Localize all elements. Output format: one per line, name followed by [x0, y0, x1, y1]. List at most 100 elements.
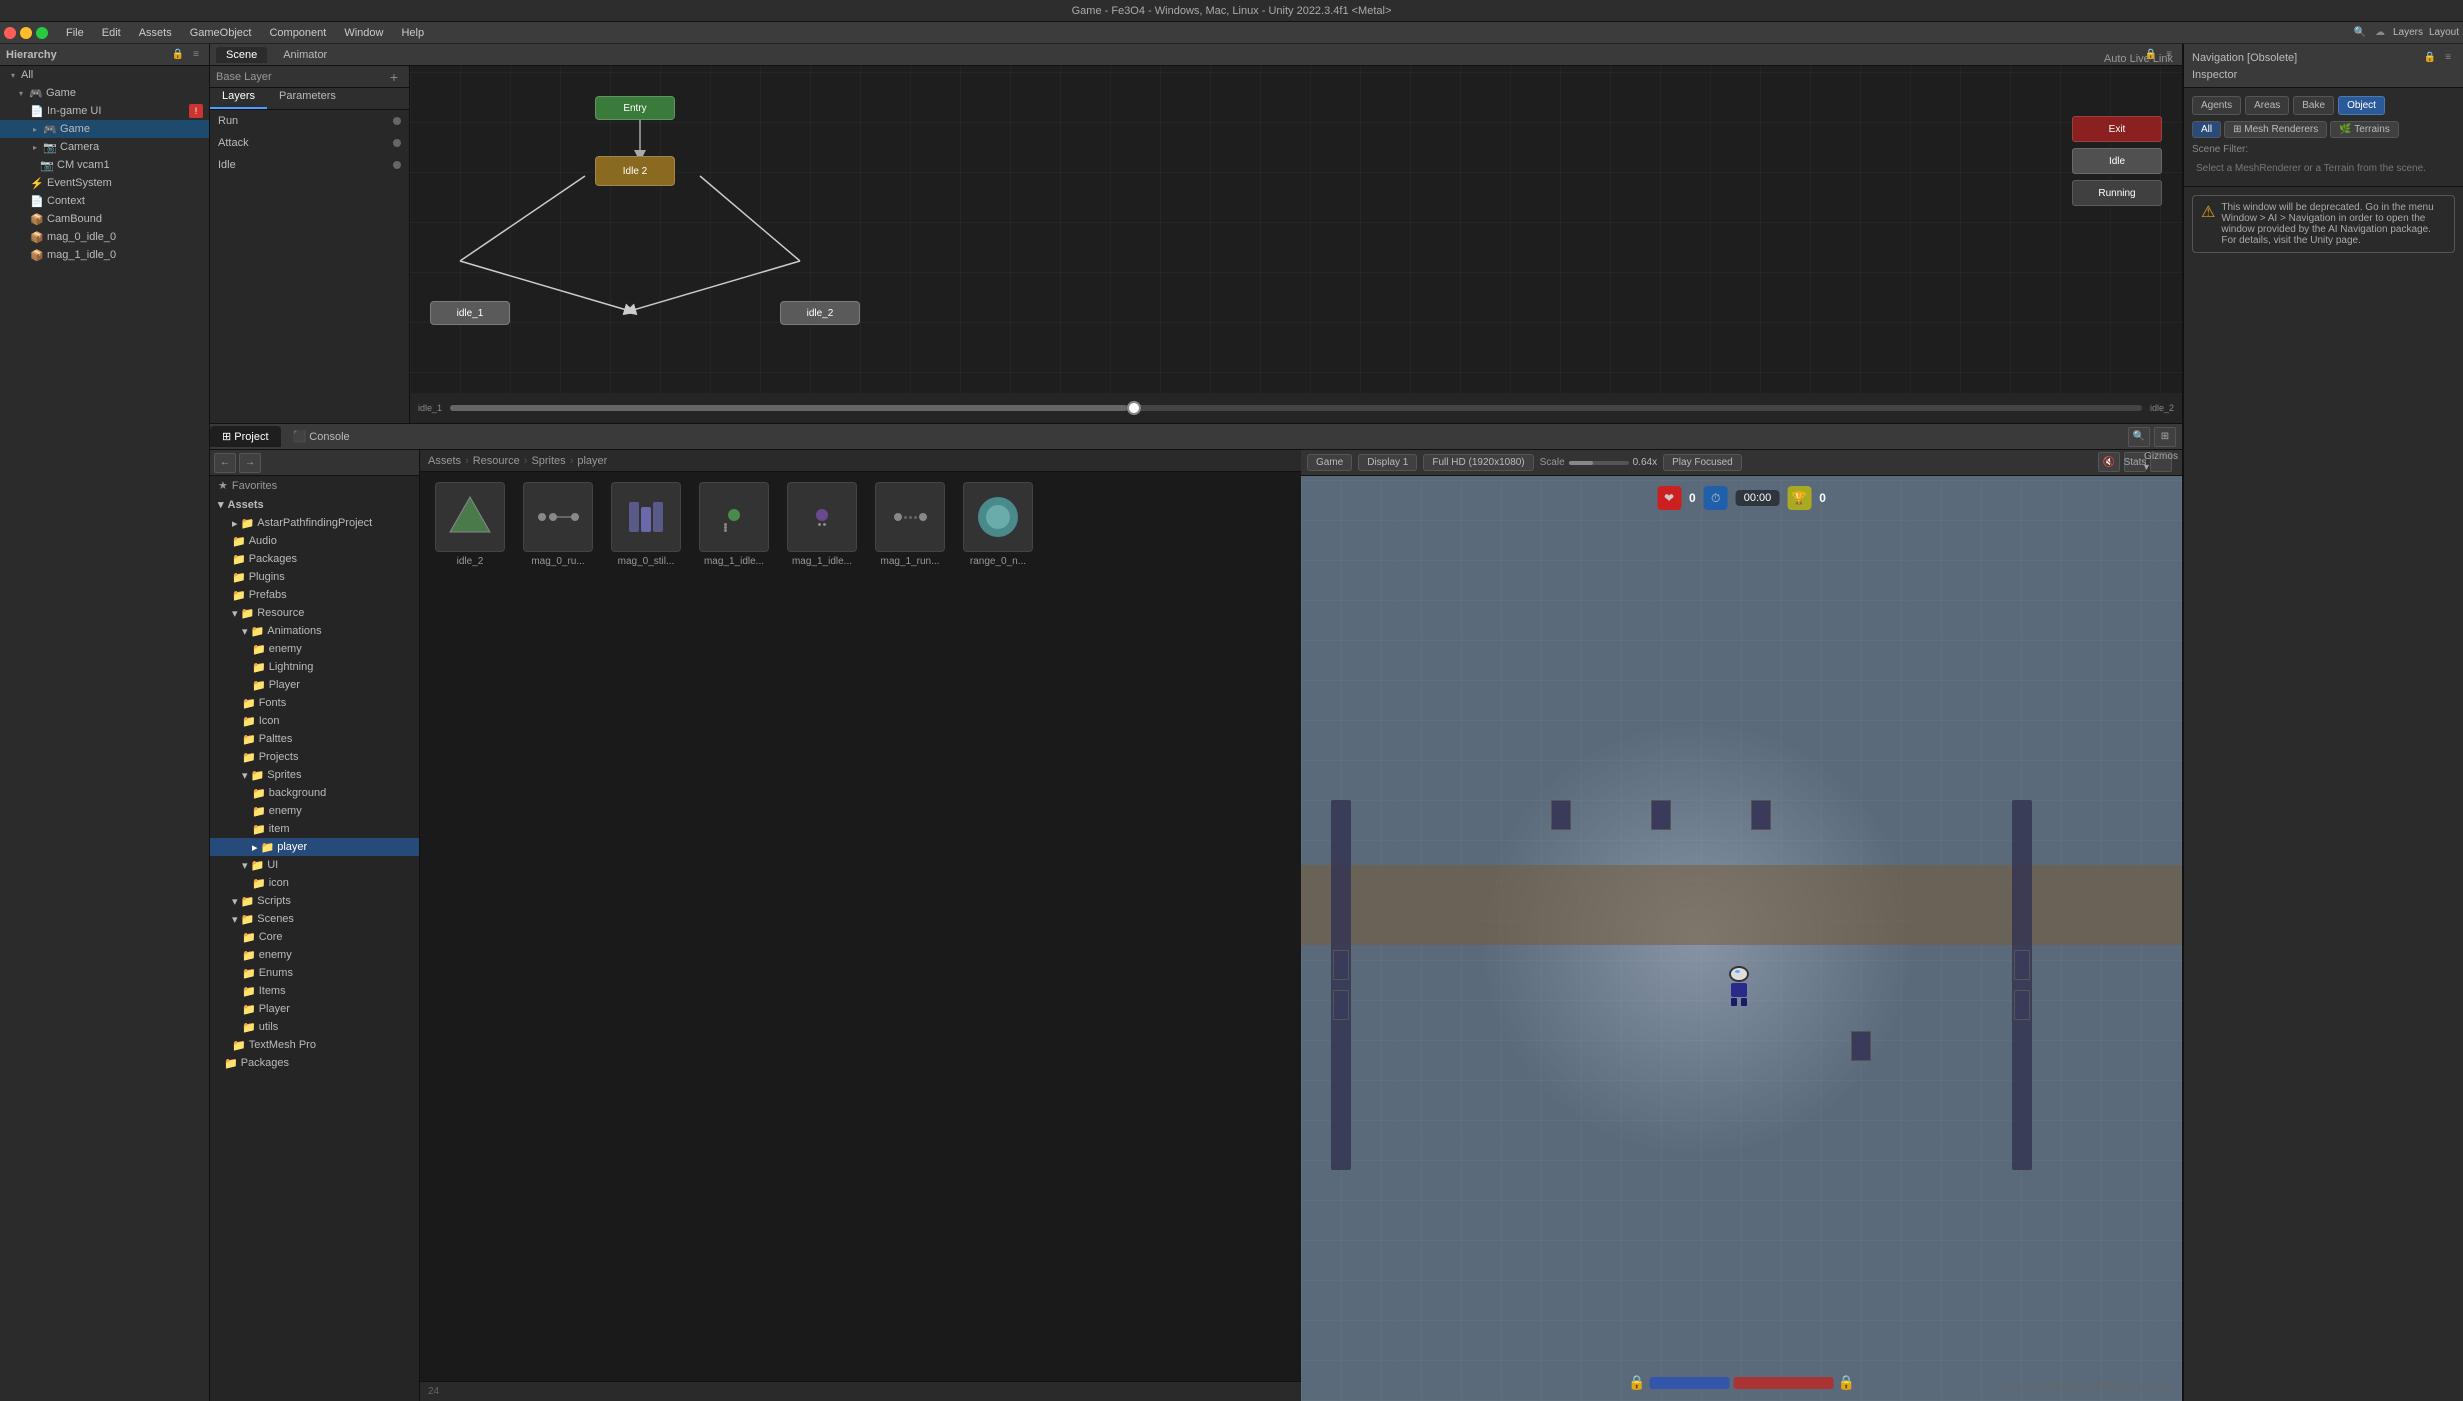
state-run[interactable]: Run: [210, 110, 409, 132]
proj-enemy-sprite[interactable]: 📁 enemy: [210, 802, 419, 820]
animator-canvas[interactable]: Entry Idle 2 idle_1 idle_2 idle_1: [410, 66, 2182, 423]
proj-item-sprite[interactable]: 📁 item: [210, 820, 419, 838]
hierarchy-game-item[interactable]: ▾ 🎮 Game: [0, 84, 209, 102]
node-any-state[interactable]: Idle 2: [595, 156, 675, 186]
hierarchy-context-item[interactable]: 📄 Context: [0, 192, 209, 210]
close-button[interactable]: [4, 27, 16, 39]
proj-astar[interactable]: ▸ 📁 AstarPathfindingProject: [210, 514, 419, 532]
hierarchy-menu-icon[interactable]: ≡: [189, 48, 203, 62]
proj-audio[interactable]: 📁 Audio: [210, 532, 419, 550]
proj-packages[interactable]: 📁 Packages: [210, 1054, 419, 1072]
proj-animations[interactable]: ▾ 📁 Animations: [210, 622, 419, 640]
resolution-dropdown[interactable]: Full HD (1920x1080): [1423, 454, 1533, 471]
tab-animator[interactable]: Animator: [273, 47, 337, 63]
node-idle2[interactable]: idle_2: [780, 301, 860, 325]
hierarchy-mag0-item[interactable]: 📦 mag_0_idle_0: [0, 228, 209, 246]
proj-lightning[interactable]: 📁 Lightning: [210, 658, 419, 676]
scale-slider[interactable]: [1569, 461, 1629, 465]
tab-console[interactable]: ⬛ Console: [281, 426, 362, 447]
auto-live-link[interactable]: Auto Live Link: [2104, 53, 2173, 65]
search-icon[interactable]: 🔍: [2353, 26, 2367, 40]
proj-forward-button[interactable]: →: [239, 453, 261, 473]
thumb-mag0ru[interactable]: mag_0_ru...: [518, 482, 598, 567]
proj-scripts[interactable]: ▾ 📁 Scripts: [210, 892, 419, 910]
thumb-mag0stil[interactable]: mag_0_stil...: [606, 482, 686, 567]
display-dropdown[interactable]: Display 1: [1358, 454, 1417, 471]
window-controls[interactable]: [4, 27, 48, 39]
proj-sprites[interactable]: ▾ 📁 Sprites: [210, 766, 419, 784]
filter-mesh-tab[interactable]: ⊞ Mesh Renderers: [2224, 121, 2327, 138]
proj-packages-sub[interactable]: 📁 Packages: [210, 550, 419, 568]
filter-terrain-tab[interactable]: 🌿 Terrains: [2330, 121, 2399, 138]
proj-ui[interactable]: ▾ 📁 UI: [210, 856, 419, 874]
thumb-mag1run[interactable]: mag_1_run...: [870, 482, 950, 567]
proj-player-anim[interactable]: 📁 Player: [210, 676, 419, 694]
menu-file[interactable]: File: [58, 25, 92, 41]
hierarchy-eventsystem-item[interactable]: ⚡ EventSystem: [0, 174, 209, 192]
proj-ui-icon[interactable]: 📁 icon: [210, 874, 419, 892]
thumb-range[interactable]: range_0_n...: [958, 482, 1038, 567]
hierarchy-vcam-item[interactable]: 📷 CM vcam1: [0, 156, 209, 174]
hierarchy-camera-item[interactable]: ▸ 📷 Camera: [0, 138, 209, 156]
node-idle1[interactable]: idle_1: [430, 301, 510, 325]
proj-enums[interactable]: 📁 Enums: [210, 964, 419, 982]
tab-parameters[interactable]: Parameters: [267, 88, 348, 109]
proj-back-button[interactable]: ←: [214, 453, 236, 473]
proj-textmesh[interactable]: 📁 TextMesh Pro: [210, 1036, 419, 1054]
nav-agents-tab[interactable]: Agents: [2192, 96, 2241, 115]
nav-object-tab[interactable]: Object: [2338, 96, 2385, 115]
proj-scenes[interactable]: ▾ 📁 Scenes: [210, 910, 419, 928]
timeline-thumb[interactable]: [1127, 401, 1141, 415]
menu-gameobject[interactable]: GameObject: [182, 25, 260, 41]
assets-section[interactable]: ▾ Assets: [210, 495, 419, 514]
proj-resource[interactable]: ▾ 📁 Resource: [210, 604, 419, 622]
filter-all-tab[interactable]: All: [2192, 121, 2221, 138]
maximize-button[interactable]: [36, 27, 48, 39]
inspector-menu-icon[interactable]: ≡: [2441, 51, 2455, 65]
thumb-mag1idle2[interactable]: mag_1_idle...: [782, 482, 862, 567]
timeline-track[interactable]: [450, 405, 2142, 411]
node-entry[interactable]: Entry: [595, 96, 675, 120]
layers-button[interactable]: Layers: [2393, 27, 2423, 38]
favorites-section[interactable]: ★ Favorites: [210, 476, 419, 495]
proj-fonts[interactable]: 📁 Fonts: [210, 694, 419, 712]
nav-areas-tab[interactable]: Areas: [2245, 96, 2289, 115]
proj-prefabs[interactable]: 📁 Prefabs: [210, 586, 419, 604]
exit-node[interactable]: Exit: [2072, 116, 2162, 142]
proj-core[interactable]: 📁 Core: [210, 928, 419, 946]
tab-layers[interactable]: Layers: [210, 88, 267, 109]
nav-bake-tab[interactable]: Bake: [2293, 96, 2334, 115]
play-focused-dropdown[interactable]: Play Focused: [1663, 454, 1742, 471]
gizmos-button[interactable]: Gizmos ▾: [2150, 452, 2172, 472]
thumb-idle2[interactable]: idle_2: [430, 482, 510, 567]
state-attack[interactable]: Attack: [210, 132, 409, 154]
hierarchy-game2-item[interactable]: ▸ 🎮 Game: [0, 120, 209, 138]
menu-component[interactable]: Component: [261, 25, 334, 41]
cloud-icon[interactable]: ☁: [2373, 26, 2387, 40]
proj-palttes[interactable]: 📁 Palttes: [210, 730, 419, 748]
proj-plugins[interactable]: 📁 Plugins: [210, 568, 419, 586]
proj-icon[interactable]: 📁 Icon: [210, 712, 419, 730]
proj-enemy-anim[interactable]: 📁 enemy: [210, 640, 419, 658]
proj-projects[interactable]: 📁 Projects: [210, 748, 419, 766]
stats-button[interactable]: Stats: [2124, 452, 2146, 472]
state-idle[interactable]: Idle: [210, 154, 409, 176]
game-mode-dropdown[interactable]: Game: [1307, 454, 1352, 471]
menu-window[interactable]: Window: [336, 25, 391, 41]
proj-player-scene[interactable]: 📁 Player: [210, 1000, 419, 1018]
menu-help[interactable]: Help: [393, 25, 432, 41]
tab-scene[interactable]: Scene: [216, 47, 267, 63]
layout-button[interactable]: Layout: [2429, 27, 2459, 38]
hierarchy-ingameui-item[interactable]: 📄 In-game UI !: [0, 102, 209, 120]
project-search-button[interactable]: 🔍: [2128, 427, 2150, 447]
proj-utils[interactable]: 📁 utils: [210, 1018, 419, 1036]
project-filter-button[interactable]: ⊞: [2154, 427, 2176, 447]
thumb-mag1idle1[interactable]: mag_1_idle...: [694, 482, 774, 567]
proj-items[interactable]: 📁 Items: [210, 982, 419, 1000]
menu-assets[interactable]: Assets: [131, 25, 180, 41]
minimize-button[interactable]: [20, 27, 32, 39]
inspector-lock-icon[interactable]: 🔒: [2423, 51, 2437, 65]
menu-edit[interactable]: Edit: [94, 25, 129, 41]
hierarchy-cambound-item[interactable]: 📦 CamBound: [0, 210, 209, 228]
hierarchy-mag1-item[interactable]: 📦 mag_1_idle_0: [0, 246, 209, 264]
